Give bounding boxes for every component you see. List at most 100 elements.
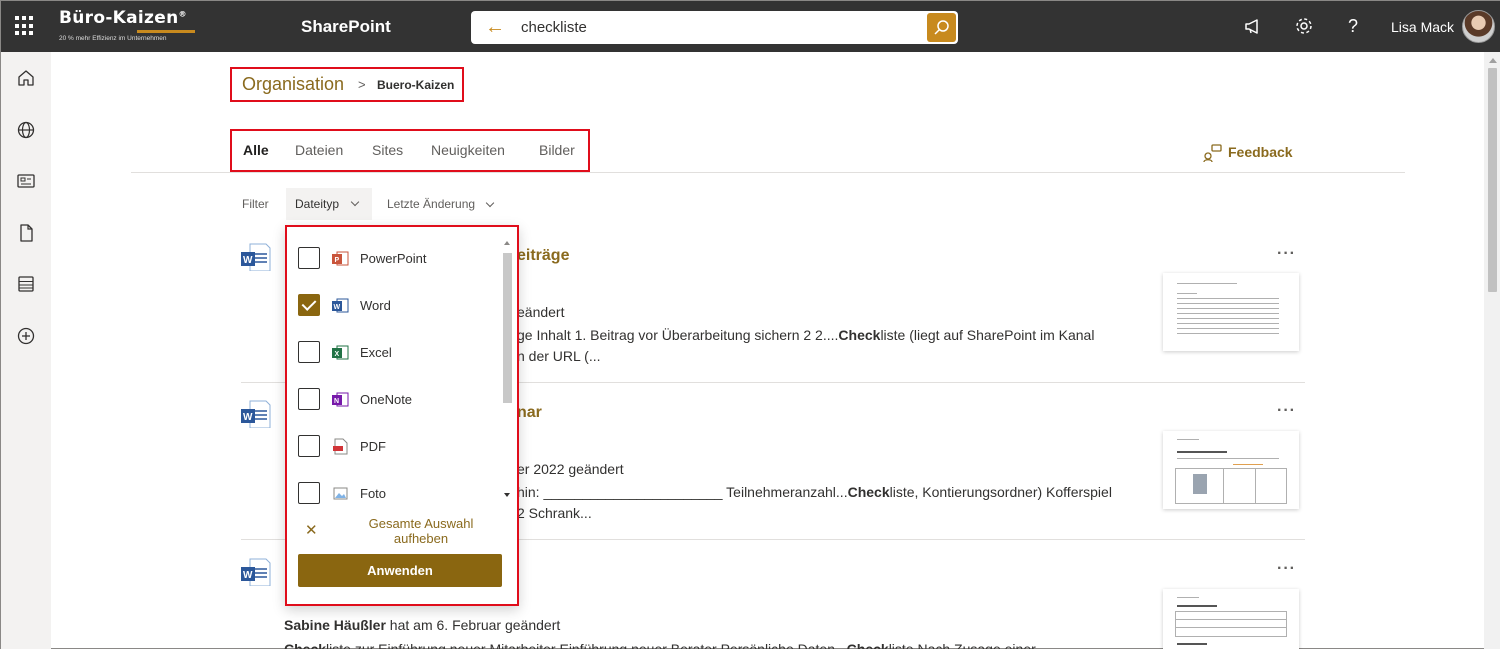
search-input[interactable]: [521, 17, 921, 37]
feedback-label: Feedback: [1228, 144, 1293, 160]
result-thumbnail[interactable]: [1163, 431, 1299, 509]
apply-button[interactable]: Anwenden: [298, 554, 502, 587]
onenote-icon: N: [332, 392, 349, 407]
avatar[interactable]: [1462, 10, 1495, 43]
option-photo[interactable]: Foto: [298, 482, 498, 506]
svg-text:X: X: [335, 351, 340, 358]
tab-bilder[interactable]: Bilder: [539, 142, 575, 158]
powerpoint-icon: P: [332, 251, 349, 266]
search-box: ←: [471, 11, 958, 44]
svg-text:W: W: [334, 304, 341, 311]
clear-selection-line: aufheben: [393, 531, 449, 546]
word-file-icon: W: [241, 243, 271, 271]
svg-text:W: W: [243, 570, 253, 581]
svg-text:N: N: [334, 398, 339, 405]
result-title[interactable]: eiträge: [517, 247, 569, 265]
globe-icon[interactable]: [16, 120, 36, 140]
tab-neuigkeiten[interactable]: Neuigkeiten: [431, 142, 505, 158]
snippet-text: ge Inhalt 1. Beitrag vor Überarbeitung s…: [517, 327, 839, 343]
list-icon[interactable]: [16, 274, 36, 294]
word-file-icon: W: [241, 558, 271, 586]
scroll-thumb[interactable]: [503, 253, 512, 403]
document-icon[interactable]: [16, 223, 36, 243]
tab-alle[interactable]: Alle: [243, 142, 269, 158]
filetype-filter-label: Dateityp: [295, 197, 340, 211]
chevron-down-icon: [350, 197, 360, 207]
pdf-icon: [333, 438, 348, 455]
news-icon[interactable]: [16, 171, 36, 191]
option-label: Foto: [360, 486, 387, 501]
gear-icon[interactable]: [1293, 15, 1315, 37]
close-icon: ✕: [305, 522, 318, 539]
result-snippet: Checkliste zur Einführung neuer Mitarbei…: [284, 639, 1184, 649]
snippet-text: liste, Kontierungsordner) Kofferspiel: [889, 484, 1112, 500]
option-pdf[interactable]: PDF: [298, 435, 498, 459]
back-arrow-icon[interactable]: ←: [485, 17, 505, 37]
megaphone-icon[interactable]: [1243, 15, 1265, 37]
breadcrumb-root[interactable]: Organisation: [242, 74, 344, 95]
option-onenote[interactable]: N OneNote: [298, 388, 498, 412]
user-name[interactable]: Lisa Mack: [1391, 19, 1454, 35]
breadcrumb-current[interactable]: Buero-Kaizen: [377, 78, 454, 92]
tabs-divider: [131, 172, 1405, 173]
svg-text:P: P: [335, 257, 340, 264]
option-label: OneNote: [360, 392, 413, 407]
search-button[interactable]: [927, 13, 956, 42]
excel-icon: X: [332, 345, 349, 360]
option-label: PowerPoint: [360, 251, 427, 266]
snippet-text: 2 Schrank...: [517, 505, 592, 521]
scroll-thumb[interactable]: [1488, 68, 1497, 292]
photo-icon: [333, 487, 348, 500]
checkbox[interactable]: [298, 341, 320, 363]
home-icon[interactable]: [16, 68, 36, 88]
scroll-up-arrow[interactable]: [504, 241, 510, 245]
snippet-text: liste Nach Zusage einer: [888, 641, 1036, 649]
snippet-text: n der URL (...: [517, 348, 601, 364]
logo-underline: [137, 30, 195, 33]
result-meta: Sabine Häußler hat am 6. Februar geänder…: [284, 617, 560, 633]
more-options-button[interactable]: ···: [1277, 560, 1296, 578]
dropdown-scrollbar[interactable]: [501, 237, 513, 505]
option-powerpoint[interactable]: P PowerPoint: [298, 247, 498, 271]
last-change-filter-button[interactable]: Letzte Änderung: [387, 197, 495, 211]
option-label: Word: [360, 298, 391, 313]
scroll-up-arrow[interactable]: [1489, 58, 1497, 63]
checkbox[interactable]: [298, 247, 320, 269]
left-rail: [1, 52, 51, 649]
checkbox[interactable]: [298, 435, 320, 457]
svg-text:W: W: [243, 255, 253, 266]
last-change-filter-label: Letzte Änderung: [387, 197, 476, 211]
help-icon[interactable]: ?: [1343, 15, 1365, 37]
result-author: Sabine Häußler: [284, 617, 386, 633]
option-word[interactable]: W Word: [298, 294, 498, 318]
app-name[interactable]: SharePoint: [301, 17, 391, 37]
top-bar: Büro-Kaizen® 20 % mehr Effizienz im Unte…: [1, 1, 1500, 52]
snippet-text: liste zur Einführung neuer Mitarbeiter E…: [326, 641, 847, 649]
result-meta: eändert: [517, 304, 565, 320]
feedback-button[interactable]: Feedback: [1203, 143, 1293, 168]
scroll-down-arrow[interactable]: [504, 493, 510, 497]
more-options-button[interactable]: ···: [1277, 245, 1296, 263]
breadcrumb: Organisation > Buero-Kaizen: [230, 67, 464, 102]
clear-selection-button[interactable]: ✕ Gesamte Auswahl aufheben: [301, 515, 491, 549]
option-excel[interactable]: X Excel: [298, 341, 498, 365]
checkbox[interactable]: [298, 388, 320, 410]
checkbox-checked[interactable]: [298, 294, 320, 316]
result-thumbnail[interactable]: [1163, 589, 1299, 649]
more-options-button[interactable]: ···: [1277, 402, 1296, 420]
word-icon: W: [332, 298, 349, 313]
tab-dateien[interactable]: Dateien: [295, 142, 343, 158]
chevron-down-icon: [486, 198, 495, 208]
feedback-icon: [1203, 144, 1222, 163]
tab-sites[interactable]: Sites: [372, 142, 403, 158]
app-launcher-icon[interactable]: [15, 16, 35, 36]
checkbox[interactable]: [298, 482, 320, 504]
snippet-highlight: Check: [838, 327, 881, 343]
search-tabs: Alle Dateien Sites Neuigkeiten Bilder: [230, 129, 590, 172]
page-scrollbar[interactable]: [1484, 52, 1500, 649]
result-thumbnail[interactable]: [1163, 273, 1299, 351]
filetype-filter-button[interactable]: Dateityp: [286, 188, 372, 220]
company-logo[interactable]: Büro-Kaizen® 20 % mehr Effizienz im Unte…: [59, 8, 197, 42]
add-icon[interactable]: [16, 326, 36, 346]
result-title[interactable]: nar: [517, 404, 542, 422]
